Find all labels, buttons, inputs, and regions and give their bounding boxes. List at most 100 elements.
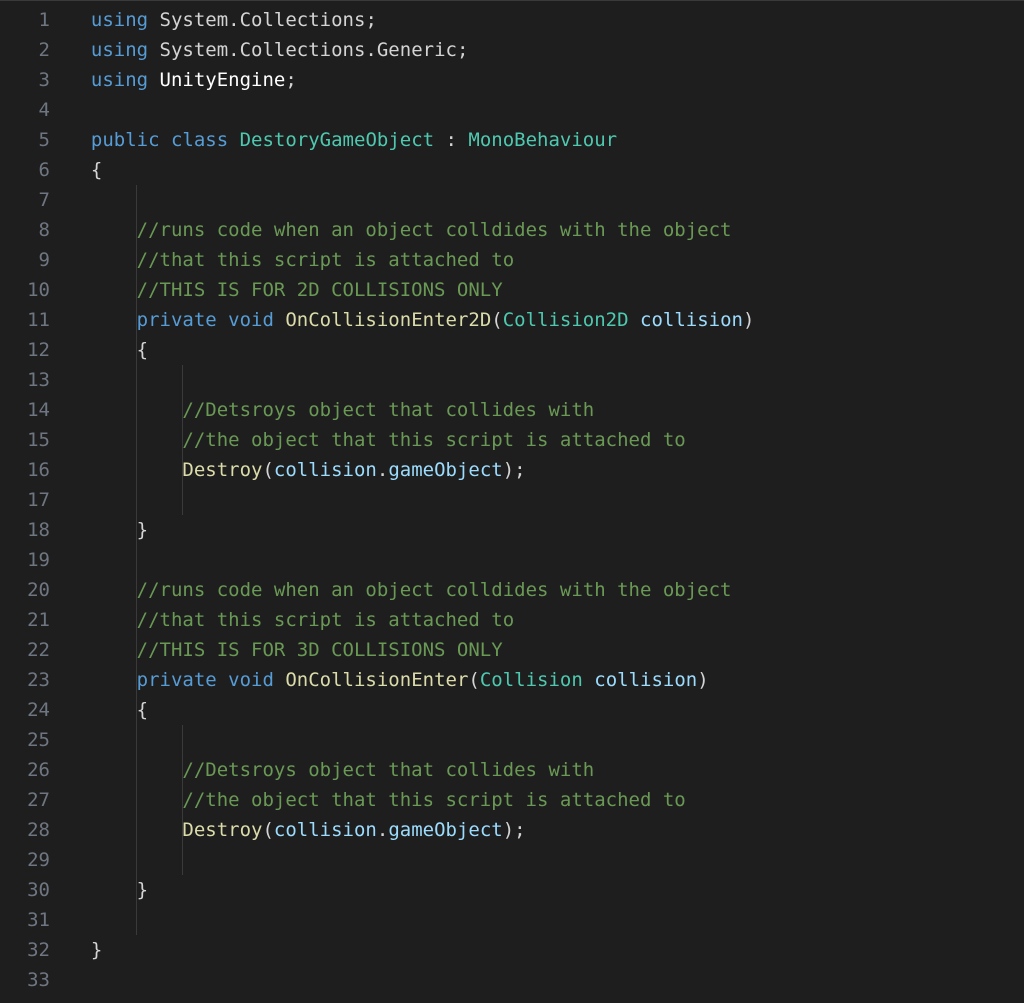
code-content[interactable] [68,725,182,755]
code-line[interactable]: 24 { [0,695,1024,725]
code-line[interactable]: 1 using System.Collections; [0,5,1024,35]
code-line[interactable]: 13 [0,365,1024,395]
code-line[interactable]: 17 [0,485,1024,515]
token: ; [285,69,296,91]
code-content[interactable] [68,95,91,125]
code-content[interactable]: Destroy(collision.gameObject); [68,455,526,485]
line-number: 10 [0,275,68,305]
code-content[interactable]: //Detsroys object that collides with [68,395,594,425]
token: Destroy [182,819,262,841]
line-number: 28 [0,815,68,845]
code-line[interactable]: 20 //runs code when an object colldides … [0,575,1024,605]
code-line[interactable]: 18 } [0,515,1024,545]
code-content[interactable]: private void OnCollisionEnter(Collision … [68,665,709,695]
code-content[interactable]: private void OnCollisionEnter2D(Collisio… [68,305,754,335]
token: ; [365,9,376,31]
code-line[interactable]: 31 [0,905,1024,935]
code-line[interactable]: 14 //Detsroys object that collides with [0,395,1024,425]
code-line[interactable]: 23 private void OnCollisionEnter(Collisi… [0,665,1024,695]
code-line[interactable]: 10 //THIS IS FOR 2D COLLISIONS ONLY [0,275,1024,305]
line-number: 32 [0,935,68,965]
code-line[interactable]: 29 [0,845,1024,875]
code-content[interactable]: } [68,515,148,545]
token: //THIS IS FOR 2D COLLISIONS ONLY [137,279,503,301]
code-line[interactable]: 30 } [0,875,1024,905]
code-editor[interactable]: 1 using System.Collections;2 using Syste… [0,0,1024,995]
code-content[interactable] [68,545,137,575]
code-line[interactable]: 22 //THIS IS FOR 3D COLLISIONS ONLY [0,635,1024,665]
code-content[interactable]: //that this script is attached to [68,245,514,275]
token: ; [457,39,468,61]
code-content[interactable]: //THIS IS FOR 3D COLLISIONS ONLY [68,635,503,665]
code-content[interactable]: using UnityEngine; [68,65,297,95]
code-line[interactable]: 19 [0,545,1024,575]
code-content[interactable]: using System.Collections.Generic; [68,35,468,65]
code-content[interactable] [68,845,182,875]
token: ( [468,669,479,691]
line-number: 8 [0,215,68,245]
code-content[interactable] [68,365,182,395]
code-line[interactable]: 2 using System.Collections.Generic; [0,35,1024,65]
code-line[interactable]: 12 { [0,335,1024,365]
code-line[interactable]: 11 private void OnCollisionEnter2D(Colli… [0,305,1024,335]
code-line[interactable]: 5 public class DestoryGameObject : MonoB… [0,125,1024,155]
code-content[interactable]: //Detsroys object that collides with [68,755,594,785]
code-content[interactable]: //runs code when an object colldides wit… [68,215,731,245]
line-number: 16 [0,455,68,485]
code-content[interactable]: //THIS IS FOR 2D COLLISIONS ONLY [68,275,503,305]
line-number: 18 [0,515,68,545]
code-content[interactable] [68,485,182,515]
code-content[interactable]: //the object that this script is attache… [68,785,686,815]
code-content[interactable]: //the object that this script is attache… [68,425,686,455]
indent-guide [136,905,137,935]
code-line[interactable]: 7 [0,185,1024,215]
code-content[interactable] [68,185,137,215]
line-number: 3 [0,65,68,95]
token: //that this script is attached to [137,609,515,631]
code-line[interactable]: 8 //runs code when an object colldides w… [0,215,1024,245]
code-content[interactable]: { [68,155,102,185]
indent-guide [182,365,183,395]
indent-guide [136,605,137,635]
line-number: 33 [0,965,68,995]
indent-guide [136,455,137,485]
indent-guide [182,845,183,875]
code-line[interactable]: 28 Destroy(collision.gameObject); [0,815,1024,845]
code-line[interactable]: 6 { [0,155,1024,185]
code-line[interactable]: 25 [0,725,1024,755]
token: collision [274,459,377,481]
code-line[interactable]: 27✎ //the object that this script is att… [0,785,1024,815]
token: ( [262,819,273,841]
code-line[interactable]: 26 //Detsroys object that collides with [0,755,1024,785]
code-content[interactable]: } [68,935,102,965]
code-line[interactable]: 21 //that this script is attached to [0,605,1024,635]
code-content[interactable]: //runs code when an object colldides wit… [68,575,731,605]
token: collision [274,819,377,841]
code-content[interactable]: using System.Collections; [68,5,377,35]
token: DestoryGameObject [240,129,434,151]
indent-guide [182,455,183,485]
line-number: 19 [0,545,68,575]
indent-guide [136,185,137,215]
indent-guide [136,245,137,275]
code-content[interactable]: public class DestoryGameObject : MonoBeh… [68,125,617,155]
code-content[interactable]: //that this script is attached to [68,605,514,635]
code-content[interactable] [68,905,137,935]
token: class [171,129,240,151]
code-line[interactable]: 9 //that this script is attached to [0,245,1024,275]
code-line[interactable]: 33 [0,965,1024,995]
code-line[interactable]: 15 //the object that this script is atta… [0,425,1024,455]
token: //runs code when an object colldides wit… [137,579,732,601]
token: { [137,699,148,721]
code-line[interactable]: 32 } [0,935,1024,965]
code-content[interactable]: } [68,875,148,905]
code-content[interactable]: Destroy(collision.gameObject); [68,815,526,845]
code-content[interactable] [68,965,91,995]
code-content[interactable]: { [68,335,148,365]
code-line[interactable]: 16 Destroy(collision.gameObject); [0,455,1024,485]
code-line[interactable]: 3 using UnityEngine; [0,65,1024,95]
line-number: 11 [0,305,68,335]
code-line[interactable]: 4 [0,95,1024,125]
code-content[interactable]: { [68,695,148,725]
indent-guide [136,755,137,785]
